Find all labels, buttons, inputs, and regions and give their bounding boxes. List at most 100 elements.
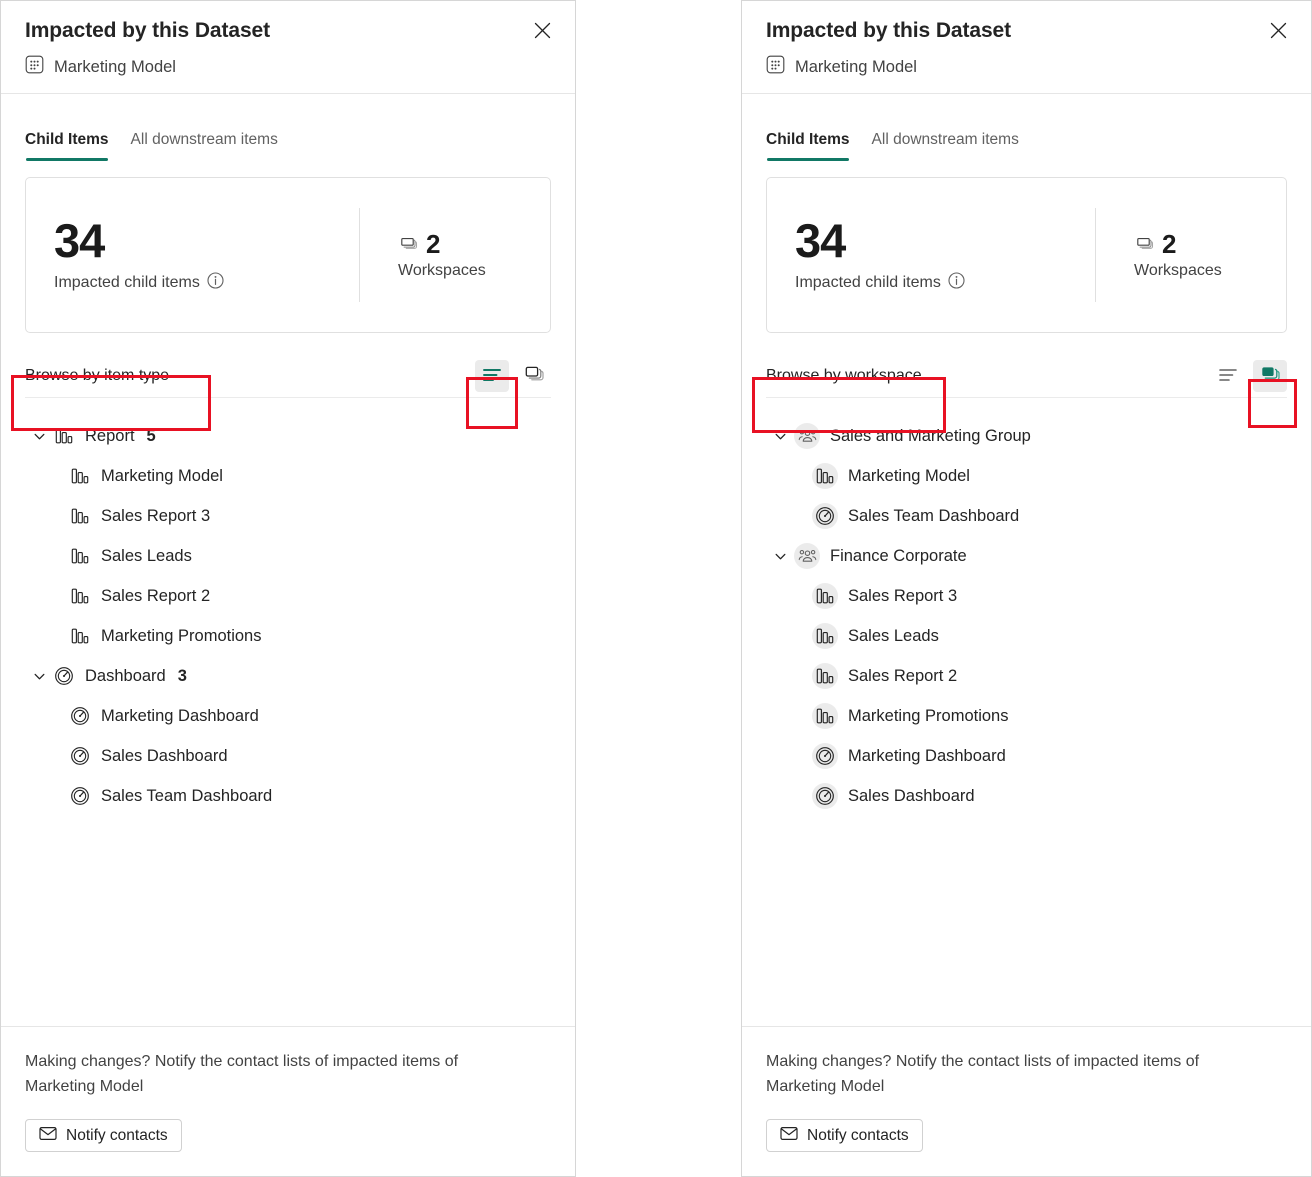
tree-item-row[interactable]: Sales Leads (25, 536, 551, 576)
tab-list: Child Items All downstream items (25, 94, 551, 161)
tab-child-items[interactable]: Child Items (25, 130, 109, 161)
dashboard-icon (53, 665, 75, 687)
dataset-name: Marketing Model (54, 58, 176, 76)
tree-item-label: Marketing Dashboard (101, 707, 259, 725)
workspace-group-icon (794, 423, 820, 449)
tab-all-downstream-items[interactable]: All downstream items (131, 130, 278, 161)
tree-item-row[interactable]: Marketing Promotions (25, 616, 551, 656)
tree-item-row[interactable]: Marketing Promotions (766, 696, 1287, 736)
tree-children: Marketing Model Sales Report 3 Sales Lea… (25, 456, 551, 656)
dashboard-icon (69, 785, 91, 807)
dashboard-icon (69, 745, 91, 767)
tree-item-row[interactable]: Sales Report 2 (766, 656, 1287, 696)
tree-item-label: Marketing Dashboard (848, 747, 1006, 765)
tree-item-row[interactable]: Sales Leads (766, 616, 1287, 656)
report-icon (812, 663, 838, 689)
tree-group-row[interactable]: Finance Corporate (766, 536, 1287, 576)
dataset-name: Marketing Model (795, 58, 917, 76)
dashboard-icon (812, 743, 838, 769)
tree-item-label: Sales Leads (101, 547, 192, 565)
impacted-items-count: 34 (54, 214, 105, 267)
notify-contacts-button[interactable]: Notify contacts (766, 1119, 923, 1152)
close-button[interactable] (1265, 19, 1291, 45)
notify-contacts-label: Notify contacts (807, 1126, 909, 1144)
workspaces-icon (1134, 233, 1154, 256)
tree-group-count: 3 (177, 666, 187, 685)
list-view-icon-button[interactable] (475, 360, 509, 392)
info-icon[interactable] (948, 272, 965, 294)
tree-item-row[interactable]: Sales Report 3 (25, 496, 551, 536)
tree-item-row[interactable]: Marketing Model (25, 456, 551, 496)
tab-list: Child Items All downstream items (766, 94, 1287, 161)
browse-mode-label: Browse by workspace (766, 367, 922, 384)
tree-group: Dashboard 3 Marketing Dashboard Sales Da… (25, 656, 551, 816)
tree-item-row[interactable]: Marketing Dashboard (766, 736, 1287, 776)
notify-description: Making changes? Notify the contact lists… (25, 1053, 459, 1095)
close-icon (534, 22, 551, 42)
tree-item-row[interactable]: Sales Team Dashboard (25, 776, 551, 816)
panel-body: Child Items All downstream items 34 Impac… (742, 94, 1311, 1026)
chevron-down-icon[interactable] (766, 549, 794, 564)
panel-footer: Making changes? Notify the contact lists… (1, 1026, 575, 1176)
close-button[interactable] (529, 19, 555, 45)
tree-group-row[interactable]: Sales and Marketing Group (766, 416, 1287, 456)
tree-children: Sales Report 3 Sales Leads Sales Report … (766, 576, 1287, 816)
workspace-view-icon-button[interactable] (1253, 360, 1287, 392)
tree-item-label: Sales Report 2 (101, 587, 211, 605)
dashboard-icon (812, 503, 838, 529)
tree-group: Finance Corporate Sales Report 3 Sales L… (766, 536, 1287, 816)
tree-item-row[interactable]: Marketing Model (766, 456, 1287, 496)
report-icon (69, 465, 91, 487)
chevron-down-icon[interactable] (25, 429, 53, 444)
screenshot-stage: Impacted by this Dataset Marketing Model… (0, 0, 1312, 1177)
tree-item-label: Marketing Promotions (848, 707, 1009, 725)
tree-item-label: Sales Report 2 (848, 667, 958, 685)
browse-bar: Browse by workspace (766, 355, 1287, 398)
tree-item-row[interactable]: Sales Team Dashboard (766, 496, 1287, 536)
tree-item-label: Sales Leads (848, 627, 939, 645)
impact-panel-left: Impacted by this Dataset Marketing Model… (0, 0, 576, 1177)
mail-icon (780, 1126, 798, 1146)
workspace-view-icon (524, 365, 545, 387)
tree-item-row[interactable]: Sales Report 3 (766, 576, 1287, 616)
tree-item-label: Marketing Model (101, 467, 223, 485)
workspace-view-icon-button[interactable] (517, 360, 551, 392)
chevron-down-icon[interactable] (766, 429, 794, 444)
tree-item-row[interactable]: Sales Dashboard (766, 776, 1287, 816)
info-icon[interactable] (207, 272, 224, 294)
panel-header: Impacted by this Dataset Marketing Model (1, 1, 575, 94)
impacted-items-tree: Sales and Marketing Group Marketing Mode… (766, 416, 1287, 816)
workspaces-icon (398, 233, 418, 256)
chevron-down-icon[interactable] (25, 669, 53, 684)
tree-group-label: Finance Corporate (830, 547, 967, 565)
tree-group: Sales and Marketing Group Marketing Mode… (766, 416, 1287, 536)
notify-contacts-button[interactable]: Notify contacts (25, 1119, 182, 1152)
tree-item-row[interactable]: Marketing Dashboard (25, 696, 551, 736)
tree-children: Marketing Model Sales Team Dashboard (766, 456, 1287, 536)
tree-item-row[interactable]: Sales Report 2 (25, 576, 551, 616)
impact-panel-right: Impacted by this Dataset Marketing Model… (741, 0, 1312, 1177)
tree-group-row[interactable]: Dashboard 3 (25, 656, 551, 696)
panel-subtitle: Marketing Model (25, 55, 555, 79)
tree-item-label: Marketing Model (848, 467, 970, 485)
list-view-icon (1218, 367, 1238, 386)
close-icon (1270, 22, 1287, 42)
tree-group-row[interactable]: Report 5 (25, 416, 551, 456)
workspaces-count: 2 (426, 229, 441, 259)
impacted-items-label: Impacted child items (54, 274, 200, 291)
tab-all-downstream-items[interactable]: All downstream items (872, 130, 1019, 161)
panel-header: Impacted by this Dataset Marketing Model (742, 1, 1311, 94)
list-view-icon-button[interactable] (1211, 360, 1245, 392)
report-icon (69, 505, 91, 527)
dataset-icon (766, 55, 785, 79)
impacted-items-label: Impacted child items (795, 274, 941, 291)
tree-item-row[interactable]: Sales Dashboard (25, 736, 551, 776)
tree-item-label: Sales Report 3 (101, 507, 211, 525)
workspace-view-icon (1260, 365, 1281, 387)
tab-child-items[interactable]: Child Items (766, 130, 850, 161)
report-icon (812, 463, 838, 489)
dataset-icon (25, 55, 44, 79)
workspace-group-icon (794, 543, 820, 569)
view-toggle-group (475, 360, 551, 392)
browse-bar: Browse by item type (25, 355, 551, 398)
